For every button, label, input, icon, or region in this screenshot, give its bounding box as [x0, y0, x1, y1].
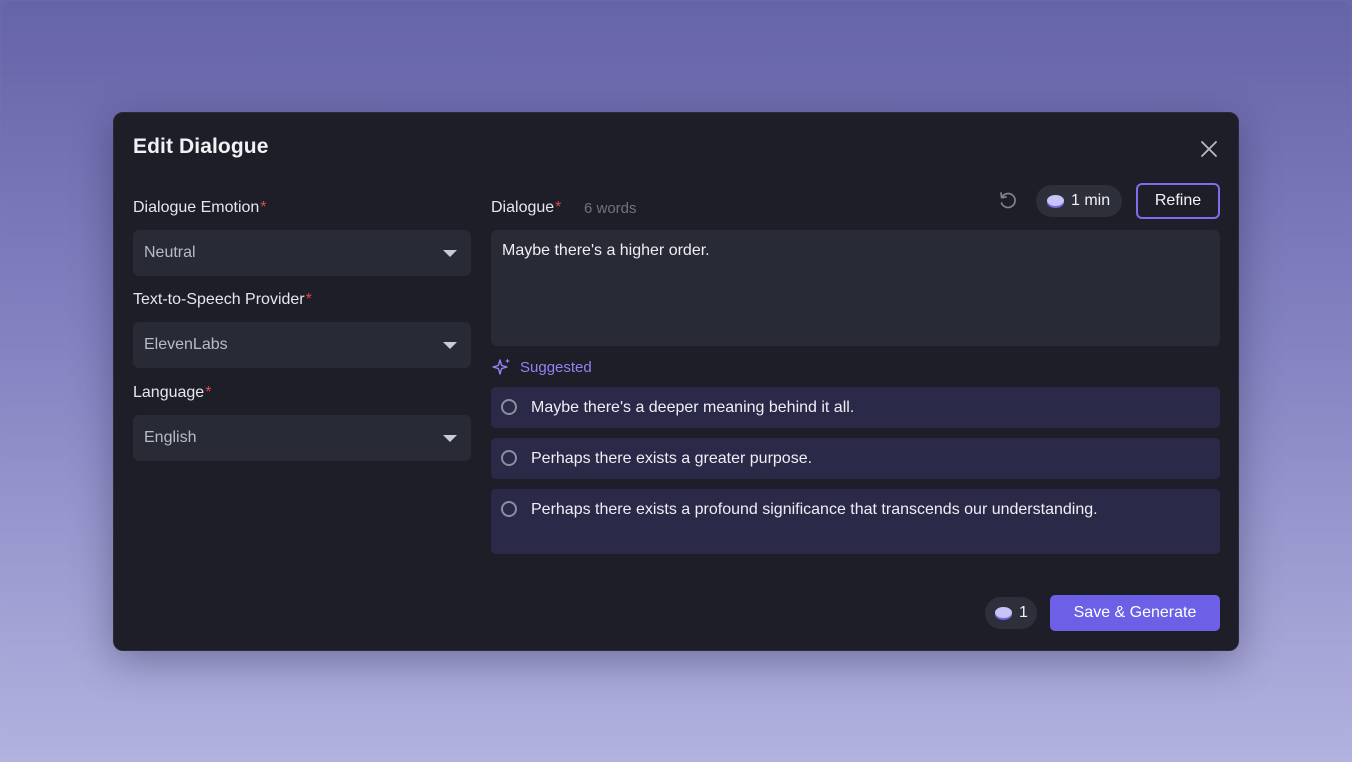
dialogue-label: Dialogue* [491, 199, 561, 217]
suggestion-option[interactable]: Perhaps there exists a greater purpose. [491, 438, 1220, 479]
close-button[interactable] [1199, 139, 1219, 159]
emotion-select[interactable]: Neutral [133, 230, 471, 276]
save-generate-button[interactable]: Save & Generate [1050, 595, 1220, 631]
language-select[interactable]: English [133, 415, 471, 461]
undo-button[interactable] [997, 190, 1019, 212]
language-label-text: Language [133, 384, 205, 401]
required-marker: * [260, 199, 267, 216]
modal-title: Edit Dialogue [133, 135, 269, 158]
required-marker: * [555, 199, 562, 216]
suggested-label: Suggested [520, 358, 592, 376]
edit-dialogue-modal: Edit Dialogue Dialogue Emotion* Neutral … [113, 112, 1239, 651]
suggestion-option[interactable]: Perhaps there exists a profound signific… [491, 489, 1220, 554]
radio-icon[interactable] [501, 501, 517, 517]
emotion-label-text: Dialogue Emotion [133, 199, 260, 216]
word-count: 6 words [584, 200, 637, 217]
duration-text: 1 min [1071, 192, 1111, 209]
refine-button[interactable]: Refine [1136, 183, 1220, 219]
sparkle-icon [492, 358, 510, 375]
duration-badge: 1 min [1036, 185, 1122, 217]
radio-icon[interactable] [501, 450, 517, 466]
suggestion-option[interactable]: Maybe there's a deeper meaning behind it… [491, 387, 1220, 428]
provider-select[interactable]: ElevenLabs [133, 322, 471, 368]
suggested-header: Suggested [492, 357, 592, 377]
required-marker: * [305, 291, 312, 308]
dialogue-textarea[interactable]: Maybe there's a higher order. [491, 230, 1220, 346]
credit-cost-text: 1 [1019, 604, 1028, 621]
caret-down-icon [443, 435, 457, 442]
credit-cost-badge: 1 [985, 597, 1037, 629]
caret-down-icon [443, 342, 457, 349]
credit-coin-icon [995, 606, 1012, 618]
suggestion-text: Maybe there's a deeper meaning behind it… [531, 399, 855, 416]
close-icon [1201, 141, 1217, 157]
language-value: English [144, 429, 197, 446]
undo-icon [1000, 192, 1016, 209]
provider-label: Text-to-Speech Provider* [133, 291, 312, 309]
emotion-label: Dialogue Emotion* [133, 199, 267, 217]
caret-down-icon [443, 250, 457, 257]
dialogue-label-text: Dialogue [491, 199, 555, 216]
suggestion-text: Perhaps there exists a profound signific… [531, 501, 1098, 518]
emotion-value: Neutral [144, 244, 196, 261]
suggestion-text: Perhaps there exists a greater purpose. [531, 450, 813, 467]
credit-coin-icon [1047, 194, 1064, 206]
required-marker: * [205, 384, 212, 401]
provider-value: ElevenLabs [144, 336, 228, 353]
provider-label-text: Text-to-Speech Provider [133, 291, 305, 308]
radio-icon[interactable] [501, 399, 517, 415]
language-label: Language* [133, 384, 211, 402]
